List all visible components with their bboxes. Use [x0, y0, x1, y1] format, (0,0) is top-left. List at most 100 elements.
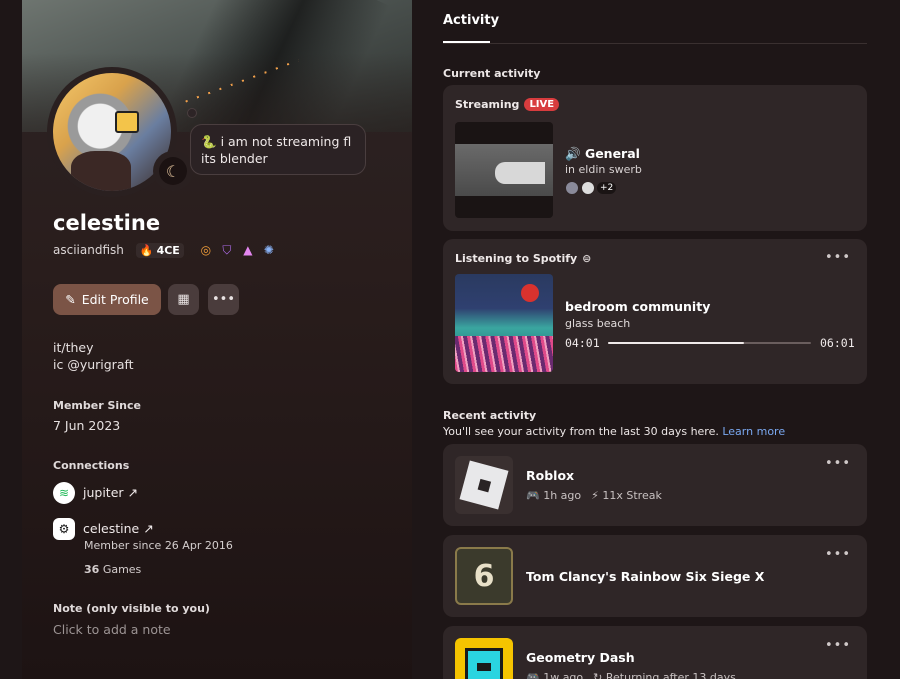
connection-name[interactable]: jupiter ↗: [83, 482, 138, 504]
game-name: Roblox: [526, 468, 575, 483]
connection-steam[interactable]: ⚙ celestine ↗: [53, 518, 154, 540]
spotify-icon: ⊜: [582, 252, 592, 265]
elapsed-time: 04:01: [565, 336, 600, 350]
grid-icon: ▦: [177, 292, 190, 307]
more-options-button[interactable]: •••: [825, 250, 851, 265]
more-options-button[interactable]: •••: [825, 638, 851, 653]
viewer-avatars[interactable]: +2: [565, 181, 617, 195]
song-progress-bar: [608, 342, 811, 344]
profile-effects-button[interactable]: ▦: [168, 284, 199, 315]
display-name: celestine: [53, 211, 161, 235]
steam-games-count: 36 Games: [84, 563, 141, 576]
avatar: [581, 181, 595, 195]
voice-channel[interactable]: 🔊 General: [565, 146, 640, 162]
stream-preview[interactable]: [455, 122, 553, 218]
bio: it/they ic @yurigraft: [53, 339, 134, 373]
steam-member-since: Member since 26 Apr 2016: [84, 539, 233, 552]
avatar-container[interactable]: ☾: [47, 67, 193, 197]
member-since-label: Member Since: [53, 399, 141, 412]
status-badge: ☾: [153, 151, 193, 191]
song-title[interactable]: bedroom community: [565, 299, 710, 314]
song-progress-fill: [608, 342, 744, 344]
leaf-icon: 🐍: [201, 134, 217, 149]
game-meta: 🎮 1h ago ⚡ 11x Streak: [526, 489, 662, 502]
recent-sub-text: You'll see your activity from the last 3…: [443, 425, 719, 438]
note-label: Note (only visible to you): [53, 602, 210, 615]
recent-activity-description: You'll see your activity from the last 3…: [443, 425, 785, 438]
album-art[interactable]: [455, 274, 553, 372]
channel-name: General: [584, 146, 640, 161]
tab-active-indicator: [443, 41, 490, 43]
lightning-icon: ⚡: [591, 489, 599, 502]
avatar: [565, 181, 579, 195]
username[interactable]: asciiandfish: [53, 243, 124, 257]
returning: Returning after 13 days: [605, 671, 736, 679]
extra-viewers: +2: [597, 182, 617, 194]
gamepad-icon: 🎮: [526, 489, 540, 502]
gear-badge-icon[interactable]: ✺: [261, 242, 277, 258]
stream-screen: [455, 144, 553, 196]
recent-activity-item[interactable]: 6 Tom Clancy's Rainbow Six Siege X •••: [443, 535, 867, 617]
learn-more-link[interactable]: Learn more: [722, 425, 785, 438]
spotify-label: Listening to Spotify: [455, 252, 578, 265]
moon-icon: ☾: [159, 157, 187, 185]
pencil-icon: ✎: [65, 292, 76, 307]
roblox-icon: [455, 456, 513, 514]
server-tag[interactable]: 🔥 4CE: [135, 242, 184, 258]
last-played: 1w ago: [543, 671, 584, 679]
profile-panel: ☾ 🐍 i am not streaming fl its blender cel…: [22, 0, 412, 679]
edit-profile-button[interactable]: ✎ Edit Profile: [53, 284, 161, 315]
song-artist[interactable]: glass beach: [565, 317, 630, 330]
more-options-button[interactable]: •••: [825, 456, 851, 471]
ellipsis-icon: •••: [211, 292, 235, 307]
shield-badge-icon[interactable]: ⛉: [219, 242, 235, 258]
fire-icon: 🔥: [139, 243, 154, 257]
note-input[interactable]: Click to add a note: [53, 622, 171, 637]
steam-icon: ⚙: [53, 518, 75, 540]
edit-profile-label: Edit Profile: [81, 292, 149, 307]
bio-line: ic @yurigraft: [53, 357, 134, 372]
custom-status-text: i am not streaming fl its blender: [201, 134, 352, 166]
connection-name[interactable]: celestine ↗: [83, 518, 154, 540]
member-since-date: 7 Jun 2023: [53, 418, 121, 433]
live-badge: LIVE: [524, 98, 560, 111]
streaming-title: Streaming LIVE: [455, 98, 560, 111]
triangle-badge-icon[interactable]: ▲: [240, 242, 256, 258]
pronouns: it/they: [53, 340, 94, 355]
streaming-label: Streaming: [455, 98, 520, 111]
rainbow-six-icon: 6: [455, 547, 513, 605]
connection-spotify[interactable]: ≋ jupiter ↗: [53, 482, 138, 504]
connections-label: Connections: [53, 459, 130, 472]
speaker-icon: 🔊: [565, 146, 581, 161]
tab-divider: [443, 43, 867, 44]
tab-activity[interactable]: Activity: [443, 13, 499, 28]
more-options-button[interactable]: •••: [208, 284, 239, 315]
custom-status-bubble[interactable]: 🐍 i am not streaming fl its blender: [190, 124, 366, 175]
geometry-dash-icon: [455, 638, 513, 679]
badge-list: ◎ ⛉ ▲ ✺: [198, 242, 277, 258]
current-activity-label: Current activity: [443, 67, 541, 80]
recent-activity-item[interactable]: Geometry Dash 🎮 1w ago ↻ Returning after…: [443, 626, 867, 679]
streaming-card[interactable]: Streaming LIVE 🔊 General in eldin swerb …: [443, 85, 867, 231]
spotify-card[interactable]: Listening to Spotify ⊜ ••• bedroom commu…: [443, 239, 867, 384]
game-name: Geometry Dash: [526, 650, 635, 665]
server-tag-text: 4CE: [156, 243, 180, 257]
game-name: Tom Clancy's Rainbow Six Siege X: [526, 569, 765, 584]
avatar-detail: [71, 151, 131, 191]
gamepad-icon: 🎮: [526, 671, 540, 679]
recent-activity-item[interactable]: Roblox 🎮 1h ago ⚡ 11x Streak •••: [443, 444, 867, 526]
banner-lights: [185, 59, 299, 103]
games-label: Games: [102, 563, 142, 576]
refresh-icon: ↻: [593, 671, 603, 679]
server-name: in eldin swerb: [565, 163, 642, 176]
album-reef: [455, 336, 553, 372]
hypesquad-badge-icon[interactable]: ◎: [198, 242, 214, 258]
status-bubble-dot: [187, 108, 197, 118]
avatar-face: [115, 111, 139, 133]
duration-time: 06:01: [820, 336, 855, 350]
handle-row: asciiandfish 🔥 4CE ◎ ⛉ ▲ ✺: [53, 242, 277, 258]
more-options-button[interactable]: •••: [825, 547, 851, 562]
game-meta: 🎮 1w ago ↻ Returning after 13 days: [526, 671, 736, 679]
spotify-title: Listening to Spotify ⊜: [455, 252, 591, 265]
last-played: 1h ago: [543, 489, 582, 502]
